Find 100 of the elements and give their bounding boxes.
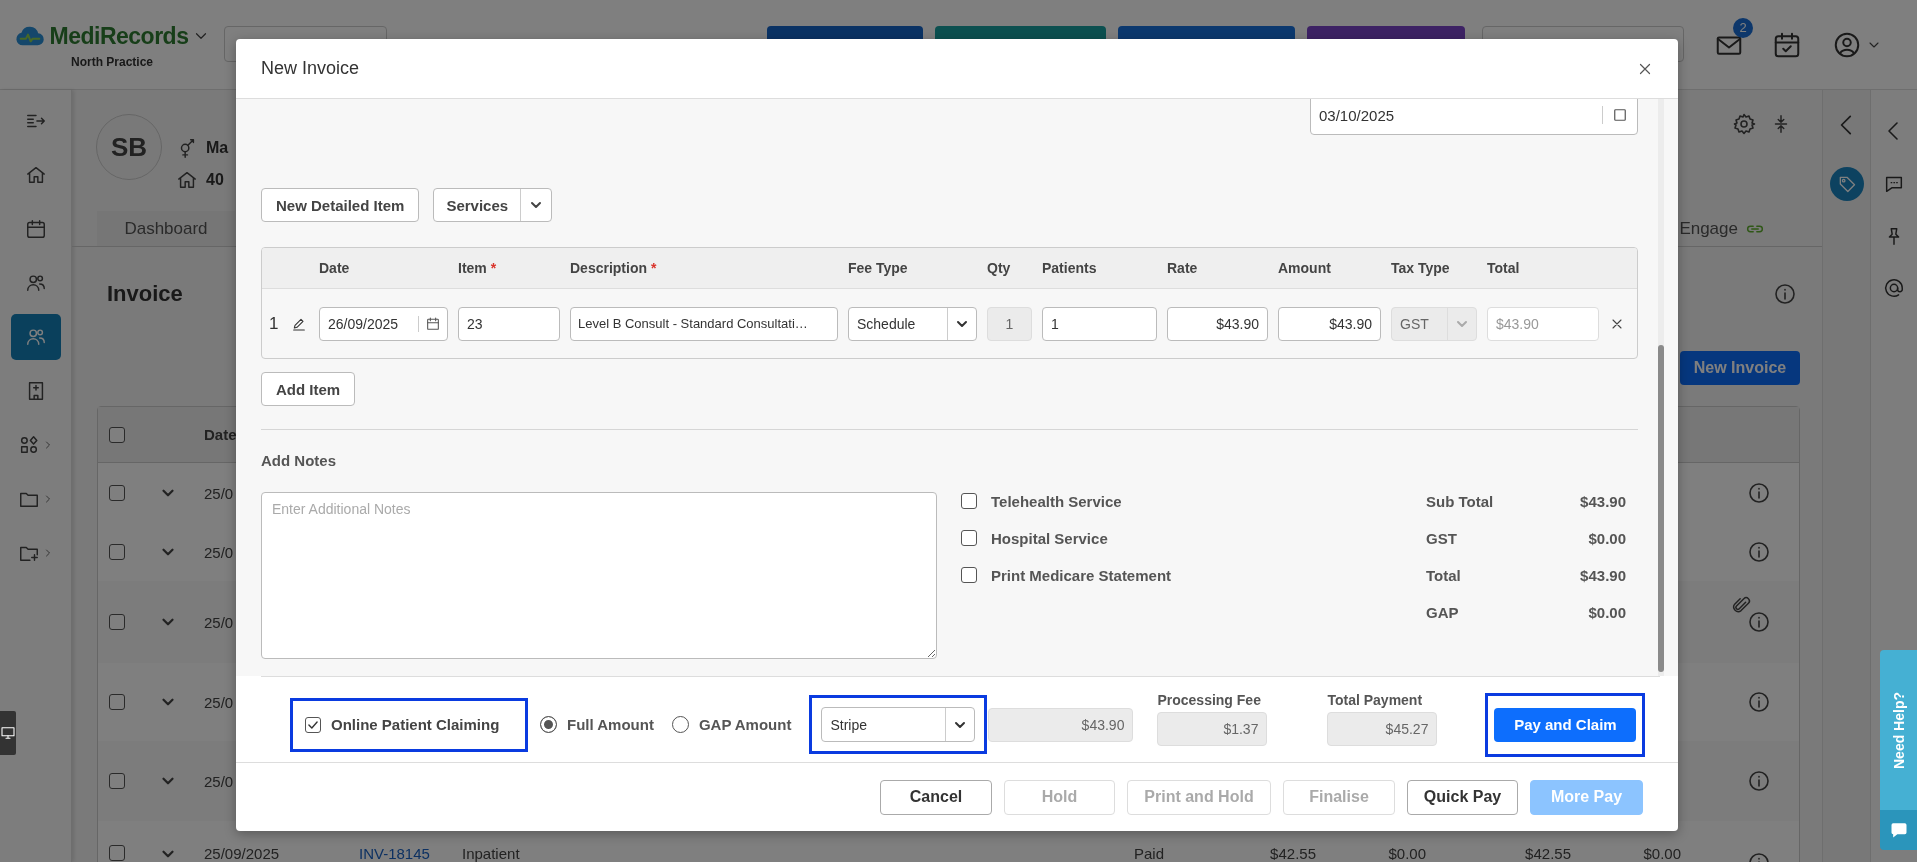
column-header: Item — [458, 260, 487, 276]
radio-label: Full Amount — [567, 716, 654, 733]
table-cell-text: $0.00 — [1387, 845, 1426, 862]
info-icon[interactable] — [1747, 690, 1771, 714]
total-value: $0.00 — [1587, 603, 1626, 621]
people-icon — [24, 326, 47, 348]
column-header: Qty — [987, 260, 1011, 276]
floating-tab[interactable] — [0, 711, 16, 755]
description-field[interactable]: Level B Consult - Standard Consultati… — [570, 306, 838, 341]
checkbox[interactable] — [961, 567, 977, 583]
required-mark: * — [490, 260, 497, 276]
field-label: Processing Fee — [1157, 691, 1262, 708]
date-field[interactable]: 03/10/2025 — [1310, 99, 1638, 135]
option-label: Hospital Service — [991, 529, 1108, 547]
at-sign-icon[interactable] — [1883, 277, 1905, 299]
row-checkbox[interactable] — [109, 694, 125, 710]
row-checkbox[interactable] — [109, 845, 125, 861]
home-icon — [24, 164, 47, 186]
amount-field[interactable]: $43.90 — [1278, 306, 1381, 341]
page-title: Invoice — [107, 281, 183, 307]
column-header: Total — [1487, 260, 1520, 276]
dialog-button[interactable]: Quick Pay — [1407, 779, 1518, 815]
patients-field[interactable]: 1 — [1042, 306, 1157, 341]
practice-name: North Practice — [71, 55, 153, 69]
column-header: Patients — [1042, 260, 1097, 276]
row-checkbox[interactable] — [109, 544, 125, 560]
table-cell-text: 25/0 — [204, 772, 235, 790]
dialog-title: New Invoice — [261, 58, 360, 79]
tab[interactable]: Engage — [1663, 211, 1782, 246]
row-checkbox[interactable] — [109, 773, 125, 789]
column-header: Fee Type — [848, 260, 908, 276]
people-icon — [24, 272, 47, 294]
info-icon[interactable] — [1747, 769, 1771, 793]
fee-type-select[interactable]: Schedule — [848, 306, 977, 341]
total-field[interactable]: $43.90 — [1487, 306, 1599, 341]
column-header: Date — [204, 426, 238, 443]
total-label: GST — [1426, 529, 1458, 547]
row-checkbox[interactable] — [109, 485, 125, 501]
radio-button[interactable] — [540, 716, 557, 733]
column-header: Rate — [1167, 260, 1198, 276]
brand-name: MediRecords — [49, 22, 189, 50]
required-mark: * — [651, 260, 657, 276]
pay-and-claim-button[interactable]: Pay and Claim — [1494, 707, 1637, 742]
table-cell-text: 25/0 — [204, 613, 235, 631]
column-header: Description — [570, 260, 647, 276]
new-detailed-item-button[interactable]: New Detailed Item — [261, 188, 420, 222]
table-cell-text: 25/0 — [204, 484, 235, 502]
info-icon[interactable] — [1773, 282, 1797, 306]
column-header: Tax Type — [1391, 260, 1450, 276]
column-header: Date — [319, 260, 350, 276]
table-cell-text: $0.00 — [1642, 845, 1681, 862]
total-label: Total — [1426, 566, 1462, 584]
processing-fee-field[interactable]: $1.37 — [1157, 711, 1268, 746]
total-value: $43.90 — [1579, 492, 1626, 510]
option-label: Print Medicare Statement — [991, 566, 1172, 584]
notes-field[interactable]: Enter Additional Notes — [261, 492, 937, 659]
radio-label: GAP Amount — [698, 716, 792, 733]
column-header: Amount — [1278, 260, 1331, 276]
amount-field[interactable]: $43.90 — [988, 707, 1134, 742]
tag-button[interactable] — [1829, 167, 1864, 201]
info-icon[interactable] — [1747, 540, 1771, 564]
add-item-button[interactable]: Add Item — [261, 372, 356, 406]
qty-field[interactable]: 1 — [987, 306, 1032, 341]
table-cell-text: Paid — [1134, 845, 1166, 862]
total-value: $43.90 — [1579, 566, 1626, 584]
payment-method-select[interactable]: Stripe — [821, 707, 976, 742]
table-cell-text: $42.55 — [1269, 845, 1316, 862]
notification-badge: 2 — [1733, 17, 1753, 38]
services-dropdown[interactable]: Services — [433, 188, 553, 222]
select-all-checkbox[interactable] — [109, 426, 125, 443]
total-label: Sub Total — [1426, 492, 1495, 510]
radio-button[interactable] — [671, 716, 689, 733]
patient-avatar: SB — [96, 114, 162, 180]
invoice-link[interactable]: INV-18145 — [359, 845, 462, 862]
checkbox-label: Online Patient Claiming — [331, 716, 500, 733]
checkbox[interactable] — [305, 716, 321, 733]
settings-icon[interactable] — [1732, 112, 1756, 136]
total-value: $0.00 — [1587, 529, 1626, 547]
row-number: 1 — [269, 313, 280, 334]
date-field[interactable]: 26/09/2025 — [319, 306, 448, 341]
row-checkbox[interactable] — [109, 614, 125, 630]
total-label: GAP — [1426, 603, 1460, 621]
checkbox[interactable] — [961, 493, 977, 509]
tab[interactable]: Dashboard — [97, 211, 235, 246]
item-field[interactable]: 23 — [458, 306, 560, 341]
option-label: Telehealth Service — [991, 492, 1122, 510]
tax-type-select[interactable]: GST — [1391, 306, 1477, 341]
info-icon[interactable] — [1747, 481, 1771, 505]
home-icon — [176, 169, 198, 191]
sidebar-item[interactable] — [10, 314, 61, 360]
patient-text: 40 — [206, 171, 224, 189]
info-icon[interactable] — [1747, 610, 1771, 634]
new-invoice-button[interactable]: New Invoice — [1680, 351, 1800, 385]
total-payment-field[interactable]: $45.27 — [1327, 711, 1438, 746]
dialog-button[interactable]: Cancel — [880, 779, 992, 815]
checkbox[interactable] — [961, 530, 977, 546]
table-cell-text: Inpatient — [462, 845, 521, 862]
rate-field[interactable]: $43.90 — [1167, 306, 1268, 341]
table-cell-text: $42.55 — [1524, 845, 1571, 862]
field-label: Total Payment — [1327, 691, 1424, 708]
